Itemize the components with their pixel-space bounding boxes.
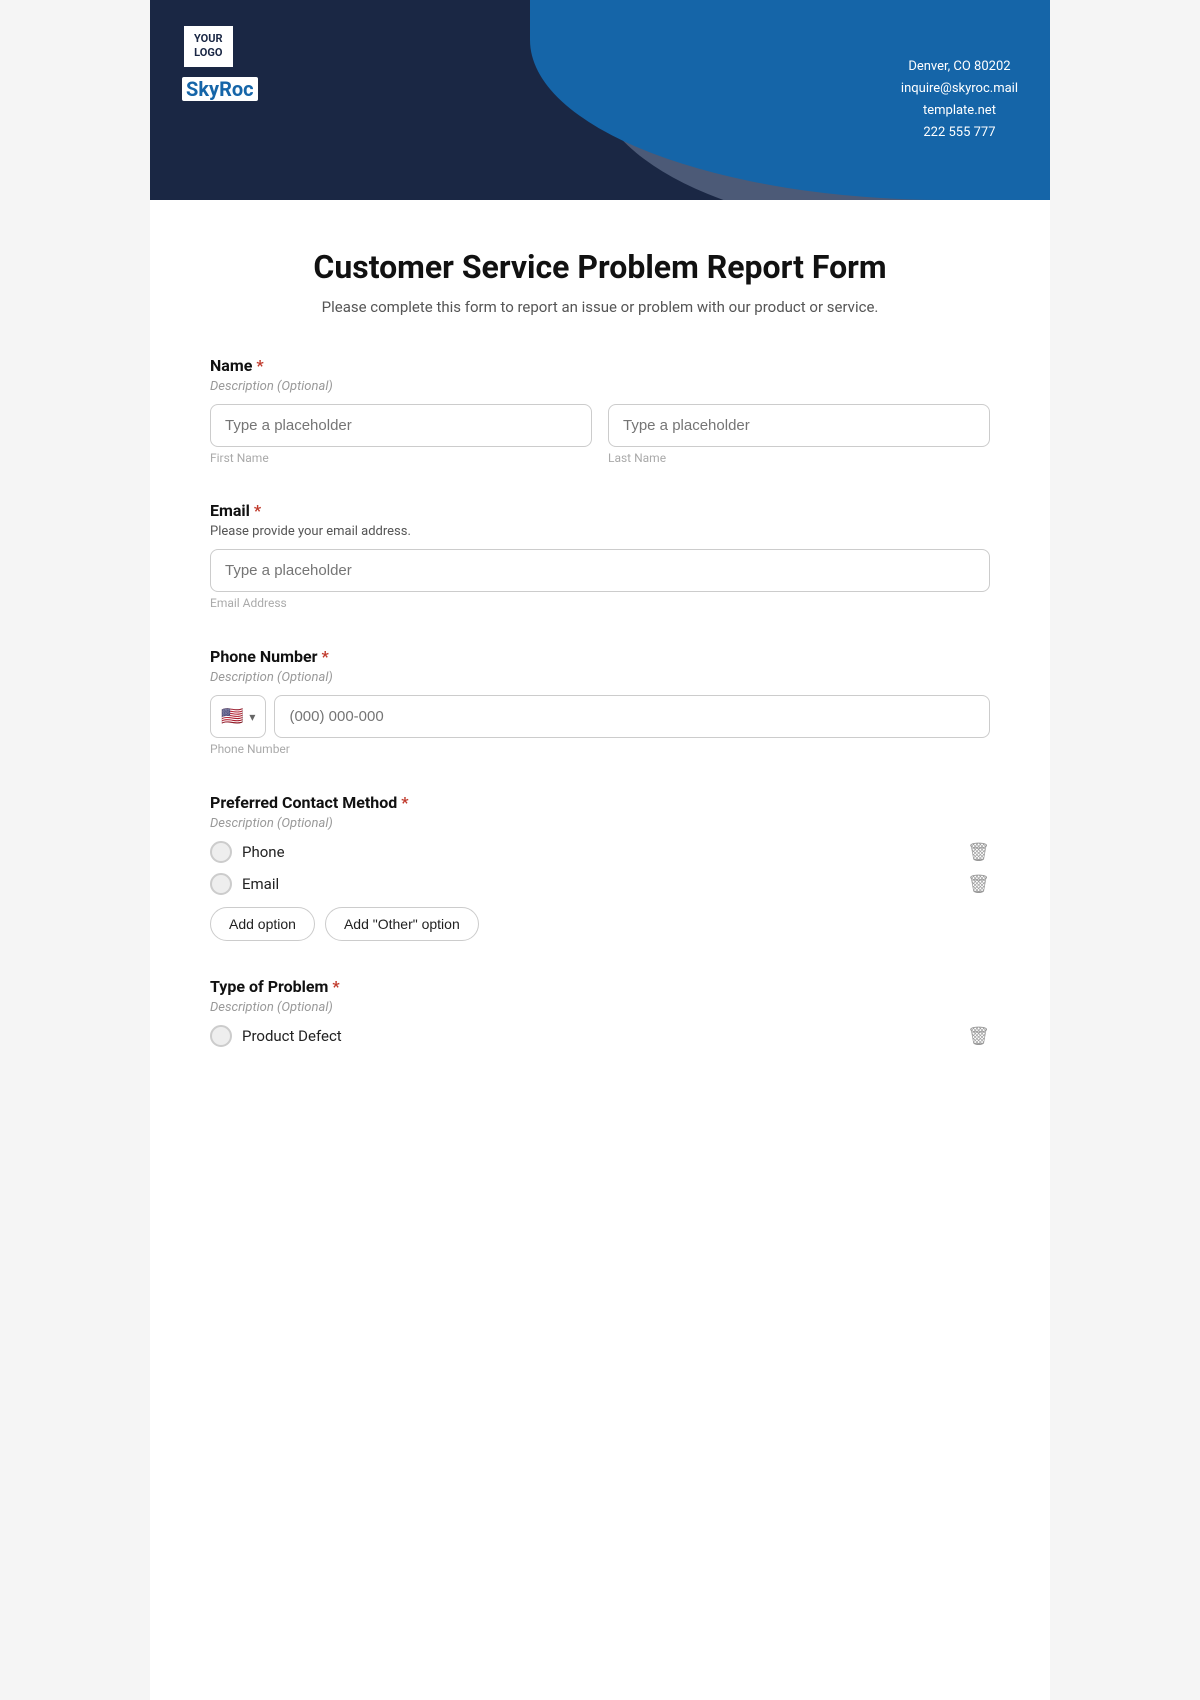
- phone-input[interactable]: [274, 695, 990, 738]
- phone-description: Description (Optional): [210, 670, 990, 685]
- contact-method-description: Description (Optional): [210, 816, 990, 831]
- radio-email[interactable]: [210, 873, 232, 895]
- phone-label: Phone Number*: [210, 647, 990, 666]
- radio-product-defect[interactable]: [210, 1025, 232, 1047]
- add-option-row: Add option Add "Other" option: [210, 907, 990, 941]
- first-name-input[interactable]: [210, 404, 592, 447]
- header-phone: 222 555 777: [901, 122, 1018, 144]
- radio-email-label: Email: [242, 875, 279, 893]
- problem-type-field-group: Type of Problem* Description (Optional) …: [210, 977, 990, 1047]
- flag-icon: 🇺🇸: [221, 706, 243, 727]
- form-title: Customer Service Problem Report Form: [210, 248, 990, 286]
- phone-country-selector[interactable]: 🇺🇸 ▾: [210, 695, 266, 738]
- add-other-option-button[interactable]: Add "Other" option: [325, 907, 479, 941]
- delete-product-defect-option-icon[interactable]: 🗑: [967, 1026, 990, 1047]
- contact-option-email: Email 🗑: [210, 873, 990, 895]
- contact-method-field-group: Preferred Contact Method* Description (O…: [210, 793, 990, 941]
- last-name-sublabel: Last Name: [608, 451, 990, 465]
- chevron-down-icon: ▾: [249, 710, 255, 724]
- delete-email-option-icon[interactable]: 🗑: [967, 874, 990, 895]
- phone-field-group: Phone Number* Description (Optional) 🇺🇸 …: [210, 647, 990, 757]
- header-left: YOUR LOGO SkyRoc: [182, 24, 258, 101]
- email-description: Please provide your email address.: [210, 524, 990, 539]
- header-website: template.net: [901, 100, 1018, 122]
- problem-type-label: Type of Problem*: [210, 977, 990, 996]
- contact-option-phone: Phone 🗑: [210, 841, 990, 863]
- radio-phone-label: Phone: [242, 843, 285, 861]
- delete-phone-option-icon[interactable]: 🗑: [967, 842, 990, 863]
- name-label: Name*: [210, 356, 990, 375]
- email-sublabel: Email Address: [210, 596, 287, 610]
- problem-type-description: Description (Optional): [210, 1000, 990, 1015]
- last-name-input[interactable]: [608, 404, 990, 447]
- add-option-button[interactable]: Add option: [210, 907, 315, 941]
- first-name-sublabel: First Name: [210, 451, 592, 465]
- page-header: YOUR LOGO SkyRoc Denver, CO 80202 inquir…: [150, 0, 1050, 200]
- header-email: inquire@skyroc.mail: [901, 78, 1018, 100]
- email-input[interactable]: [210, 549, 990, 592]
- problem-option-product-defect: Product Defect 🗑: [210, 1025, 990, 1047]
- logo-box: YOUR LOGO: [182, 24, 235, 69]
- radio-phone[interactable]: [210, 841, 232, 863]
- name-field-group: Name* Description (Optional) First Name …: [210, 356, 990, 465]
- form-subtitle: Please complete this form to report an i…: [210, 298, 990, 316]
- name-description: Description (Optional): [210, 379, 990, 394]
- email-field-group: Email* Please provide your email address…: [210, 501, 990, 611]
- header-contact: Denver, CO 80202 inquire@skyroc.mail tem…: [901, 56, 1018, 144]
- name-row: First Name Last Name: [210, 404, 990, 465]
- phone-sublabel: Phone Number: [210, 742, 290, 756]
- header-address: Denver, CO 80202: [901, 56, 1018, 78]
- brand-name: SkyRoc: [182, 77, 258, 101]
- last-name-col: Last Name: [608, 404, 990, 465]
- phone-row: 🇺🇸 ▾: [210, 695, 990, 738]
- contact-method-label: Preferred Contact Method*: [210, 793, 990, 812]
- radio-product-defect-label: Product Defect: [242, 1027, 342, 1045]
- form-container: Customer Service Problem Report Form Ple…: [150, 200, 1050, 1700]
- first-name-col: First Name: [210, 404, 592, 465]
- email-label: Email*: [210, 501, 990, 520]
